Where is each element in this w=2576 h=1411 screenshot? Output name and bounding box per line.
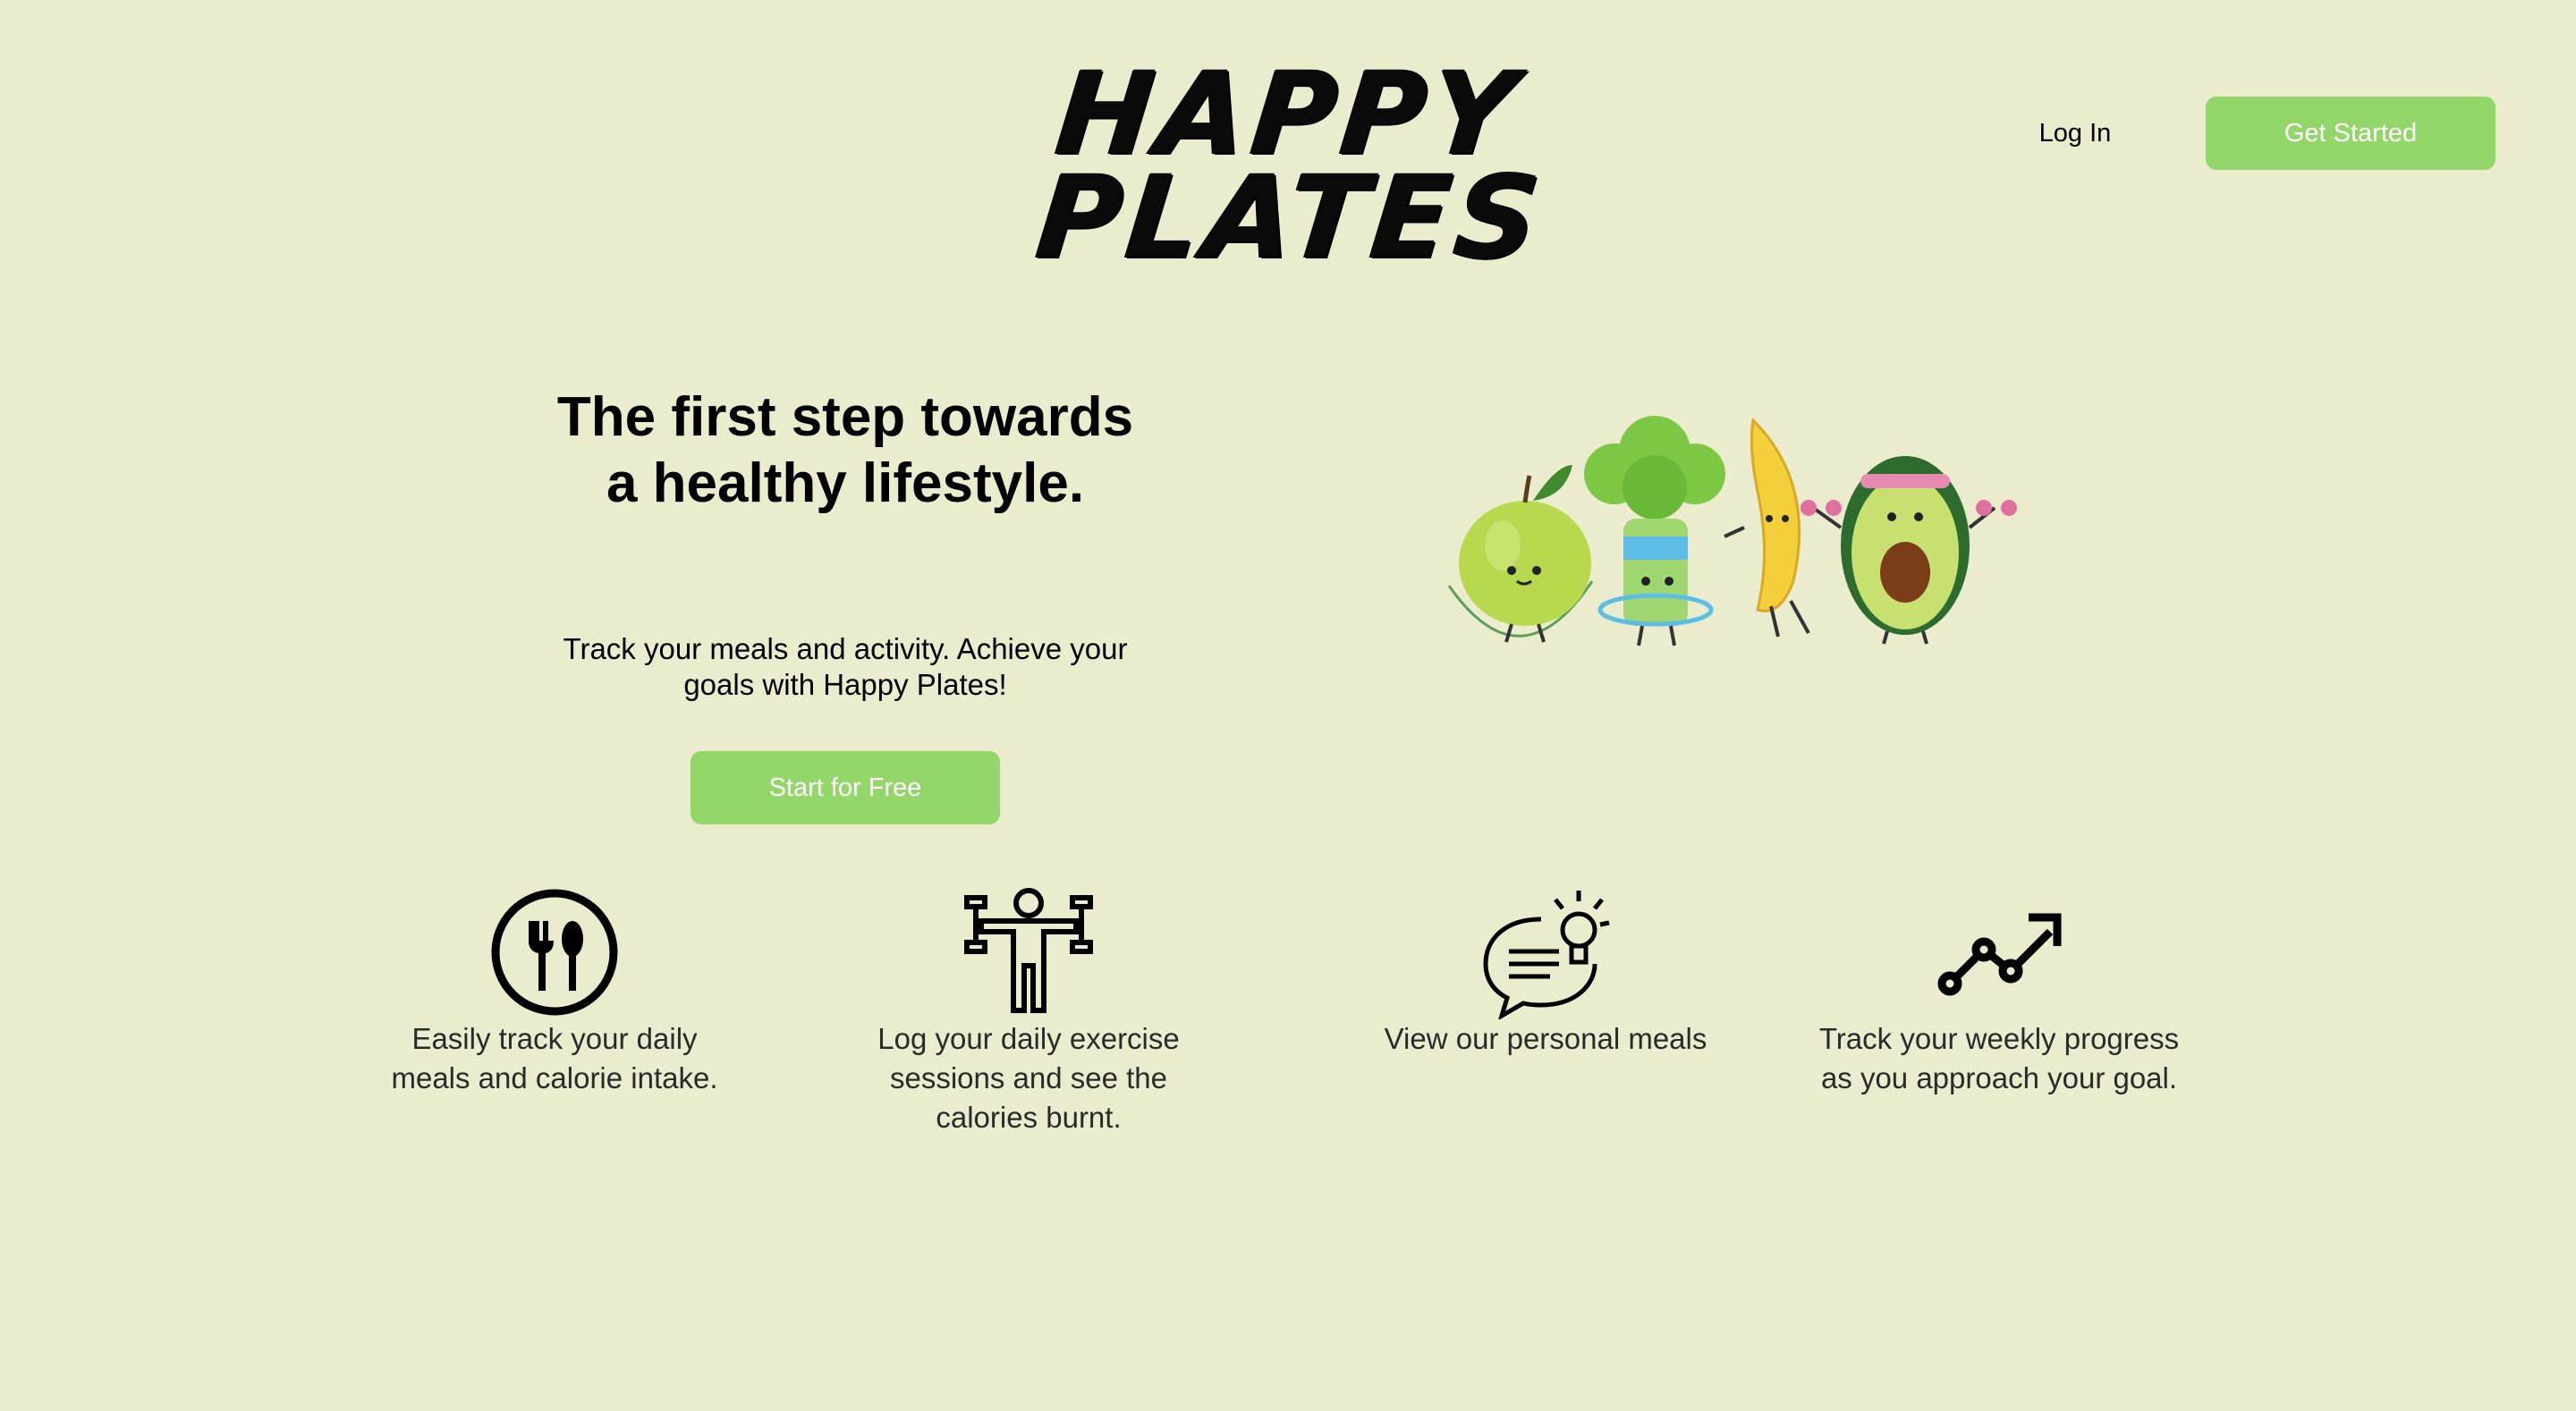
start-for-free-button[interactable]: Start for Free <box>691 751 1000 824</box>
chat-bulb-icon <box>1483 891 1610 1019</box>
progress-chart-icon <box>1937 913 2062 996</box>
feature-text: Log your daily exercise sessions and see… <box>877 1022 1180 1134</box>
feature-exercise-log: Log your daily exercise sessions and see… <box>850 885 1208 1137</box>
exercise-person-icon <box>964 888 1093 1013</box>
apple-character-icon <box>1447 465 1594 643</box>
fruit-characters-illustration <box>1447 416 2017 646</box>
banana-character-icon <box>1724 417 1810 638</box>
broccoli-character-icon <box>1584 416 1725 646</box>
logo[interactable]: HAPPY PLATES <box>1030 47 1550 286</box>
get-started-button[interactable]: Get Started <box>2206 97 2496 170</box>
feature-weekly-progress: Track your weekly progress as you approa… <box>1798 885 2200 1098</box>
hero-title: The first step towards a healthy lifesty… <box>556 386 1134 514</box>
avocado-character-icon <box>1801 456 2017 645</box>
fork-spoon-icon <box>491 889 618 1016</box>
hero-subtitle: Track your meals and activity. Achieve y… <box>563 632 1128 701</box>
feature-text: View our personal meals <box>1384 1022 1707 1055</box>
feature-meal-tracking: Easily track your daily meals and calori… <box>376 885 733 1098</box>
feature-text: Track your weekly progress as you approa… <box>1818 1022 2180 1094</box>
login-link[interactable]: Log In <box>2004 97 2147 170</box>
logo-line-2: PLATES <box>1030 151 1551 284</box>
feature-personal-meals: View our personal meals <box>1360 885 1732 1059</box>
feature-text: Easily track your daily meals and calori… <box>391 1022 718 1094</box>
